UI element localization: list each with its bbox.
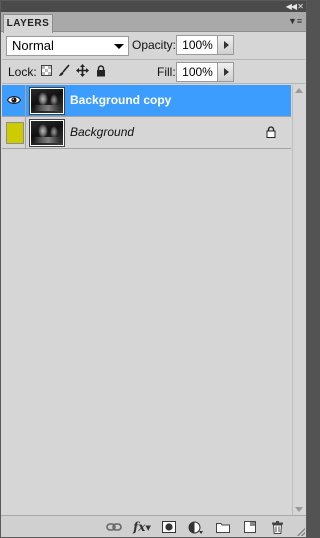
blend-mode-select[interactable]: Normal — [6, 36, 129, 56]
new-layer-icon[interactable] — [242, 520, 258, 534]
panel-footer: fx ▼ — [1, 515, 306, 537]
lock-image-pixels-icon[interactable] — [58, 64, 71, 77]
fill-slider-button[interactable] — [217, 62, 234, 82]
panel-menu-icon[interactable]: ▼≡ — [288, 15, 302, 27]
opacity-input[interactable]: 100% — [176, 35, 219, 55]
delete-layer-icon[interactable] — [269, 520, 285, 534]
layer-name[interactable]: Background copy — [70, 93, 171, 107]
layer-thumbnail[interactable] — [29, 119, 65, 147]
layer-style-fx-icon[interactable]: fx ▼ — [133, 520, 151, 534]
lock-icon — [266, 126, 276, 138]
lock-label: Lock: — [8, 65, 37, 79]
tab-layers[interactable]: LAYERS — [3, 14, 53, 33]
lock-position-icon[interactable] — [76, 64, 89, 77]
double-chevron-right-icon[interactable]: ◀◀ ✕ — [286, 1, 304, 12]
fill-label: Fill: — [157, 65, 176, 79]
chevron-down-icon — [114, 44, 124, 49]
layer-list: Background copy Background — [2, 85, 291, 515]
layer-thumbnail[interactable] — [29, 87, 65, 115]
layers-panel: ◀◀ ✕ LAYERS ▼≡ Normal Opacity: 100% Lock… — [0, 0, 307, 538]
opacity-label: Opacity: — [132, 38, 177, 52]
layer-row-background[interactable]: Background — [2, 117, 291, 149]
panel-tab-bar: LAYERS ▼≡ — [1, 12, 306, 33]
layer-name[interactable]: Background — [70, 125, 134, 139]
layer-mask-icon[interactable] — [161, 520, 177, 534]
adjustment-layer-icon[interactable] — [188, 520, 204, 534]
lock-transparent-pixels-icon[interactable] — [40, 64, 53, 77]
visibility-toggle[interactable] — [2, 85, 26, 116]
eye-icon — [7, 96, 21, 104]
layer-color-label — [6, 122, 24, 144]
lock-all-icon[interactable] — [94, 64, 107, 77]
layer-row-background-copy[interactable]: Background copy — [2, 85, 291, 117]
resize-grip-icon[interactable] — [297, 528, 305, 536]
panel-title-strip: ◀◀ ✕ — [1, 1, 306, 12]
layer-list-scrollbar[interactable] — [292, 85, 305, 515]
scroll-down-icon[interactable] — [295, 507, 303, 512]
visibility-toggle[interactable] — [2, 117, 26, 148]
divider — [2, 83, 305, 84]
divider — [2, 59, 305, 60]
blend-mode-value: Normal — [12, 38, 54, 53]
opacity-slider-button[interactable] — [217, 35, 234, 55]
fill-input[interactable]: 100% — [176, 62, 219, 82]
link-layers-icon[interactable] — [106, 520, 122, 534]
scroll-up-icon[interactable] — [295, 88, 303, 93]
new-group-icon[interactable] — [215, 520, 231, 534]
